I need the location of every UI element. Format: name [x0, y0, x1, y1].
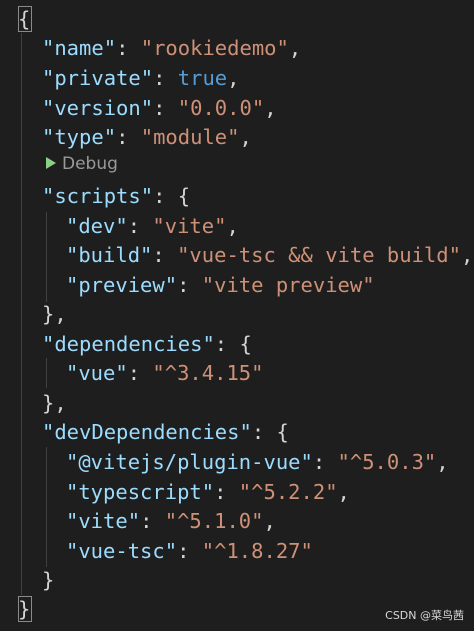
json-key: "@vitejs/plugin-vue" [66, 450, 313, 474]
play-icon [46, 157, 56, 169]
code-line-11[interactable]: "dependencies": { [42, 329, 252, 359]
json-key: "vue" [66, 361, 128, 385]
json-string-value: "^5.1.0" [164, 509, 264, 533]
code-line-4[interactable]: "version": "0.0.0", [42, 93, 277, 123]
code-line-12[interactable]: "vue": "^3.4.15" [66, 358, 264, 388]
code-line-16[interactable]: "typescript": "^5.2.2", [66, 477, 350, 507]
code-line-20[interactable]: } [18, 594, 30, 624]
json-key: "devDependencies" [42, 420, 252, 444]
code-line-2[interactable]: "name": "rookiedemo", [42, 33, 301, 63]
code-editor[interactable]: { "name": "rookiedemo", "private": true,… [0, 0, 474, 631]
json-key: "type" [42, 125, 117, 149]
code-line-7[interactable]: "dev": "vite", [66, 211, 239, 241]
code-line-10[interactable]: }, [42, 299, 67, 329]
json-string-value: "0.0.0" [177, 96, 265, 120]
code-line-13[interactable]: }, [42, 388, 67, 418]
json-key: "name" [42, 36, 117, 60]
json-key: "dependencies" [42, 332, 215, 356]
json-string-value: "vite preview" [201, 273, 375, 297]
close-brace: } [18, 597, 31, 621]
open-brace: { [18, 7, 31, 31]
debug-label: Debug [62, 154, 118, 174]
json-key: "vue-tsc" [66, 539, 178, 563]
json-string-value: "^5.2.2" [238, 480, 338, 504]
indent-guide-dependencies [46, 358, 47, 388]
indent-guide-scripts [46, 212, 47, 302]
code-line-3[interactable]: "private": true, [42, 63, 240, 93]
code-line-6[interactable]: "scripts": { [42, 181, 190, 211]
json-key: "scripts" [42, 184, 154, 208]
json-string-value: "vue-tsc && vite build" [177, 243, 461, 267]
json-string-value: "module" [140, 125, 240, 149]
code-line-8[interactable]: "build": "vue-tsc && vite build", [66, 240, 473, 270]
code-line-15[interactable]: "@vitejs/plugin-vue": "^5.0.3", [66, 447, 449, 477]
indent-guide-devdependencies [46, 447, 47, 567]
debug-codelens[interactable]: Debug [46, 152, 118, 176]
code-line-18[interactable]: "vue-tsc": "^1.8.27" [66, 536, 313, 566]
code-line-19[interactable]: } [42, 565, 54, 595]
code-line-9[interactable]: "preview": "vite preview" [66, 270, 375, 300]
json-key: "vite" [66, 509, 141, 533]
code-line-17[interactable]: "vite": "^5.1.0", [66, 506, 276, 536]
json-string-value: "^5.0.3" [337, 450, 437, 474]
json-key: "version" [42, 96, 154, 120]
indent-guide-root [21, 33, 22, 595]
json-key: "private" [42, 66, 154, 90]
json-key: "dev" [66, 214, 128, 238]
watermark: CSDN @菜鸟茜 [385, 609, 464, 622]
json-string-value: "vite" [152, 214, 227, 238]
code-line-1[interactable]: { [18, 4, 30, 34]
json-string-value: "^1.8.27" [201, 539, 313, 563]
code-line-14[interactable]: "devDependencies": { [42, 417, 289, 447]
json-string-value: "^3.4.15" [152, 361, 264, 385]
json-key: "build" [66, 243, 153, 267]
json-key: "typescript" [66, 480, 215, 504]
json-key: "preview" [66, 273, 178, 297]
json-boolean-value: true [177, 66, 228, 90]
json-string-value: "rookiedemo" [140, 36, 289, 60]
code-line-5[interactable]: "type": "module", [42, 122, 252, 152]
